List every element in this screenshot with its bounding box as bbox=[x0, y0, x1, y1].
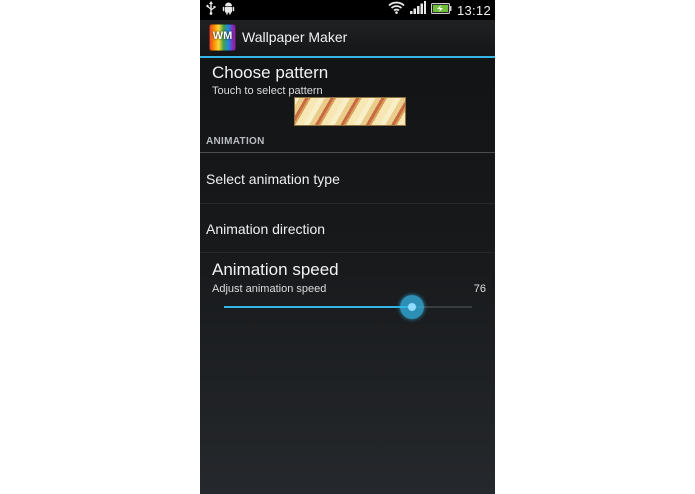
app-icon[interactable]: WM bbox=[209, 24, 236, 51]
usb-icon bbox=[206, 0, 216, 20]
signal-icon bbox=[409, 1, 426, 19]
status-bar: 13:12 bbox=[200, 0, 495, 20]
android-debug-icon bbox=[222, 1, 235, 20]
slider-thumb-core bbox=[408, 303, 416, 311]
animation-speed-slider-fill bbox=[224, 306, 412, 308]
animation-speed-summary: Adjust animation speed bbox=[212, 283, 327, 295]
battery-charging-icon bbox=[430, 1, 452, 19]
choose-pattern-title: Choose pattern bbox=[212, 63, 329, 82]
app-icon-label: WM bbox=[212, 30, 233, 42]
status-bar-notifications bbox=[206, 0, 235, 20]
animation-speed-value: 76 bbox=[473, 283, 486, 295]
section-header-animation: ANIMATION bbox=[206, 136, 265, 147]
phone-screen: 13:12 WM Wallpaper Maker Choose pattern … bbox=[200, 0, 495, 494]
select-animation-type-preference[interactable]: Select animation type bbox=[200, 155, 495, 203]
wifi-icon bbox=[388, 1, 405, 19]
status-bar-system: 13:12 bbox=[388, 1, 491, 19]
list-divider bbox=[200, 252, 495, 253]
choose-pattern-summary: Touch to select pattern bbox=[212, 85, 323, 97]
animation-speed-slider-track[interactable] bbox=[224, 306, 472, 308]
animation-direction-preference[interactable]: Animation direction bbox=[200, 204, 495, 252]
animation-speed-slider-thumb[interactable] bbox=[400, 295, 424, 319]
action-bar: WM Wallpaper Maker bbox=[200, 20, 495, 58]
animation-direction-label: Animation direction bbox=[206, 221, 326, 237]
animation-speed-title: Animation speed bbox=[212, 260, 339, 279]
app-title: Wallpaper Maker bbox=[242, 29, 348, 45]
pattern-preview[interactable] bbox=[294, 97, 406, 126]
select-animation-type-label: Select animation type bbox=[206, 171, 340, 187]
clock: 13:12 bbox=[456, 2, 491, 18]
section-divider bbox=[200, 152, 495, 153]
